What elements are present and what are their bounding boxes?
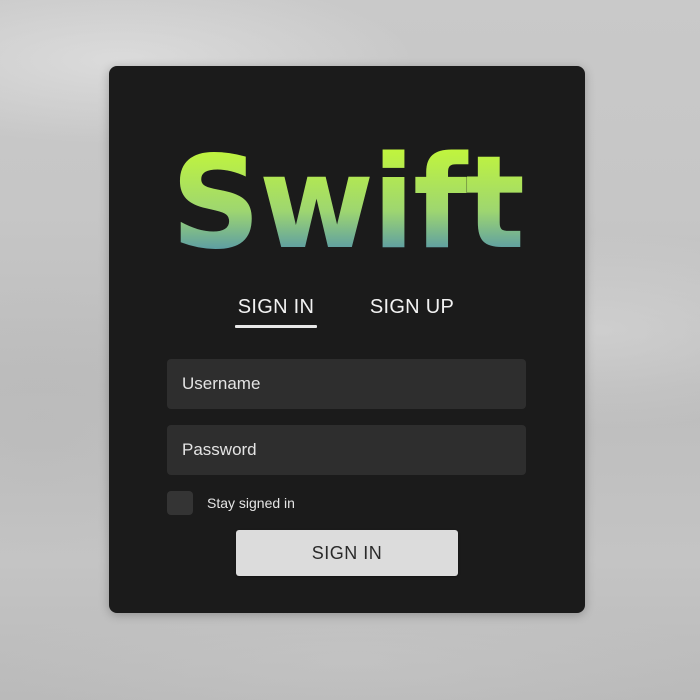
tab-sign-in[interactable]: SIGN IN — [235, 296, 317, 325]
stay-signed-in-row: Stay signed in — [167, 491, 295, 515]
username-field[interactable] — [167, 359, 526, 409]
stay-signed-in-label: Stay signed in — [207, 495, 295, 511]
active-tab-indicator — [235, 325, 317, 328]
password-input[interactable] — [182, 440, 511, 460]
swift-logo: Swift — [167, 134, 527, 264]
stay-signed-in-checkbox[interactable] — [167, 491, 193, 515]
auth-tabs: SIGN IN SIGN UP — [109, 296, 585, 336]
password-field[interactable] — [167, 425, 526, 475]
sign-in-button[interactable]: SIGN IN — [236, 530, 458, 576]
tab-sign-up[interactable]: SIGN UP — [367, 296, 457, 325]
username-input[interactable] — [182, 374, 511, 394]
svg-text:Swift: Swift — [171, 134, 523, 264]
login-card: Swift SIGN IN SIGN UP Stay signed in SIG… — [109, 66, 585, 613]
